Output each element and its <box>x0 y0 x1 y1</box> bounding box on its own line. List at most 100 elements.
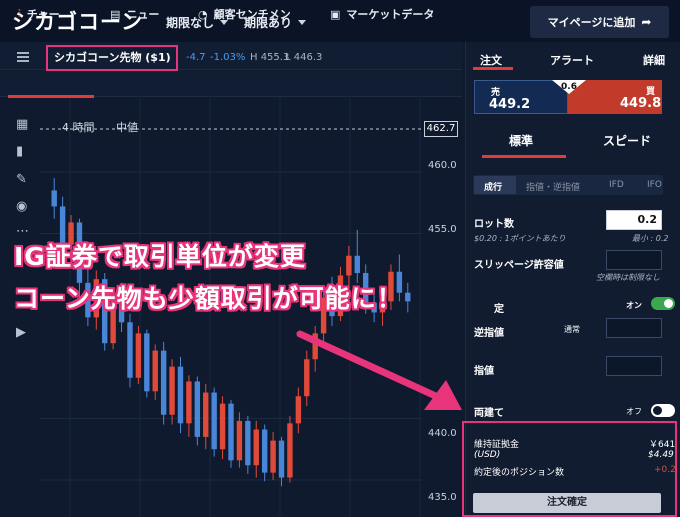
stop-input[interactable] <box>606 318 662 338</box>
candle-body <box>278 440 285 478</box>
guarantee-toggle[interactable] <box>651 297 675 310</box>
instrument-name[interactable]: シカゴコーン先物 ($1) <box>46 45 178 71</box>
slippage-input[interactable] <box>606 250 662 270</box>
limit-input[interactable] <box>606 356 662 376</box>
order-type-ifd[interactable]: IFD <box>609 180 624 190</box>
candle-body <box>59 206 66 245</box>
hedge-label: 両建て <box>474 408 504 419</box>
candle-body <box>177 366 184 424</box>
candle-body <box>127 322 133 378</box>
candle-body <box>312 333 318 360</box>
y-tick-label: 440.0 <box>428 428 457 439</box>
tab-sentiment[interactable]: ◔ 顧客センチメン <box>198 6 291 22</box>
position-label: 約定後のポジション数 <box>474 468 565 478</box>
mode-speed[interactable]: スピード <box>603 132 651 149</box>
lot-input[interactable]: 0.2 <box>606 210 662 230</box>
lot-sub: $0.20 : 1ポイントあたり <box>474 234 566 243</box>
candle-body <box>253 429 259 466</box>
hedge-state: オフ <box>626 407 642 416</box>
order-type-limit-stop[interactable]: 指値・逆指値 <box>526 180 580 193</box>
margin-label: 維持証拠金 <box>474 440 520 450</box>
share-arrow-icon: ➦ <box>641 15 652 29</box>
candle-body <box>186 381 192 424</box>
stop-mode-dropdown[interactable]: 通常 <box>564 324 580 335</box>
banner-line2: コーン先物も少額取引が可能に！ <box>14 284 403 313</box>
candle-body <box>203 392 209 437</box>
chart-icon: ⫶ <box>18 7 21 20</box>
candle-body <box>219 403 226 450</box>
mode-standard[interactable]: 標準 <box>509 132 533 149</box>
tab-sentiment-label: 顧客センチメン <box>213 8 291 21</box>
candle-body <box>194 381 201 437</box>
stop-label: 逆指値 <box>474 328 504 339</box>
slippage-label: スリッページ許容値 <box>474 260 564 271</box>
tab-market-data-label: マーケットデータ <box>346 8 435 21</box>
candle-body <box>354 255 360 273</box>
add-to-mypage-button[interactable]: マイページに追加 ➦ <box>530 6 669 38</box>
confirm-order-button[interactable]: 注文確定 <box>473 493 661 513</box>
tab-market-data[interactable]: ▣ マーケットデータ <box>330 6 434 22</box>
price-low: L 446.3 <box>285 52 323 63</box>
tab-chart[interactable]: ⫶ チャー <box>18 6 60 22</box>
candle-body <box>51 190 57 207</box>
candle-body <box>270 440 276 473</box>
candle-body <box>169 366 175 415</box>
play-icon[interactable]: ▶ <box>16 326 26 339</box>
timeframe-selector[interactable]: 4 時間 <box>62 119 95 135</box>
candle-body <box>287 423 293 478</box>
sell-price: 449.2 <box>489 97 531 112</box>
tab-chart-label: チャー <box>26 8 60 21</box>
y-tick-label: 435.0 <box>428 492 457 503</box>
content-tabs <box>0 71 462 97</box>
banner-line1: IG証券で取引単位が変更 <box>14 242 306 271</box>
candle-body <box>405 292 411 302</box>
more-icon[interactable]: ⋯ <box>16 225 29 238</box>
order-type-ifo[interactable]: IFO <box>647 180 662 190</box>
market-data-icon: ▣ <box>330 7 341 21</box>
buy-button[interactable]: 買 449.8 <box>568 80 662 114</box>
lot-min: 最小 : 0.2 <box>632 234 669 243</box>
sell-button[interactable]: 売 449.2 <box>474 80 568 114</box>
tab-order[interactable]: 注文 <box>480 52 502 68</box>
y-tick-label: 460.0 <box>428 160 457 171</box>
tab-details[interactable]: 詳細 <box>643 52 665 68</box>
candle-body <box>135 333 142 378</box>
y-tick-label: 455.0 <box>428 224 457 235</box>
indicator-icon[interactable]: ▦ <box>16 118 28 131</box>
sentiment-icon: ◔ <box>198 7 208 21</box>
chevron-down-icon <box>298 20 307 25</box>
margin-usd-value: $4.49 <box>648 450 674 460</box>
candle-body <box>346 255 352 276</box>
lot-label: ロット数 <box>474 219 514 230</box>
pencil-icon[interactable]: ✎ <box>16 173 27 186</box>
candle-body <box>261 429 268 473</box>
buy-price: 449.8 <box>620 96 662 111</box>
add-to-mypage-label: マイページに追加 <box>547 16 636 29</box>
bar-chart-icon[interactable]: ▮ <box>16 145 23 158</box>
candle-body <box>152 350 158 392</box>
margin-value: ￥641 <box>649 440 676 450</box>
menu-icon[interactable] <box>17 52 29 62</box>
active-mode-underline <box>482 155 566 158</box>
candle-body <box>236 420 243 461</box>
active-panel-tab-underline <box>473 67 513 70</box>
candle-body <box>295 396 302 424</box>
price-change-pct: -1.03% <box>210 52 246 63</box>
candle-body <box>228 403 234 461</box>
candle-body <box>211 392 217 450</box>
price-change: -4.7 <box>186 52 206 63</box>
position-value: +0.2 <box>654 465 676 475</box>
tab-alert[interactable]: アラート <box>550 52 594 68</box>
current-price-label: 462.7 <box>424 121 458 137</box>
guarantee-state: オン <box>626 301 642 310</box>
eye-icon[interactable]: ◉ <box>16 200 27 213</box>
price-type-selector[interactable]: 中値 <box>116 119 138 135</box>
order-type-market[interactable]: 成行 <box>484 180 502 193</box>
limit-label: 指値 <box>474 366 494 377</box>
guarantee-label: 定 <box>494 304 504 315</box>
tab-news[interactable]: ▤ ニュー <box>110 6 159 22</box>
candle-body <box>160 350 167 415</box>
hedge-toggle[interactable] <box>651 404 675 417</box>
candle-body <box>245 420 251 466</box>
margin-usd-label: (USD) <box>474 450 501 460</box>
